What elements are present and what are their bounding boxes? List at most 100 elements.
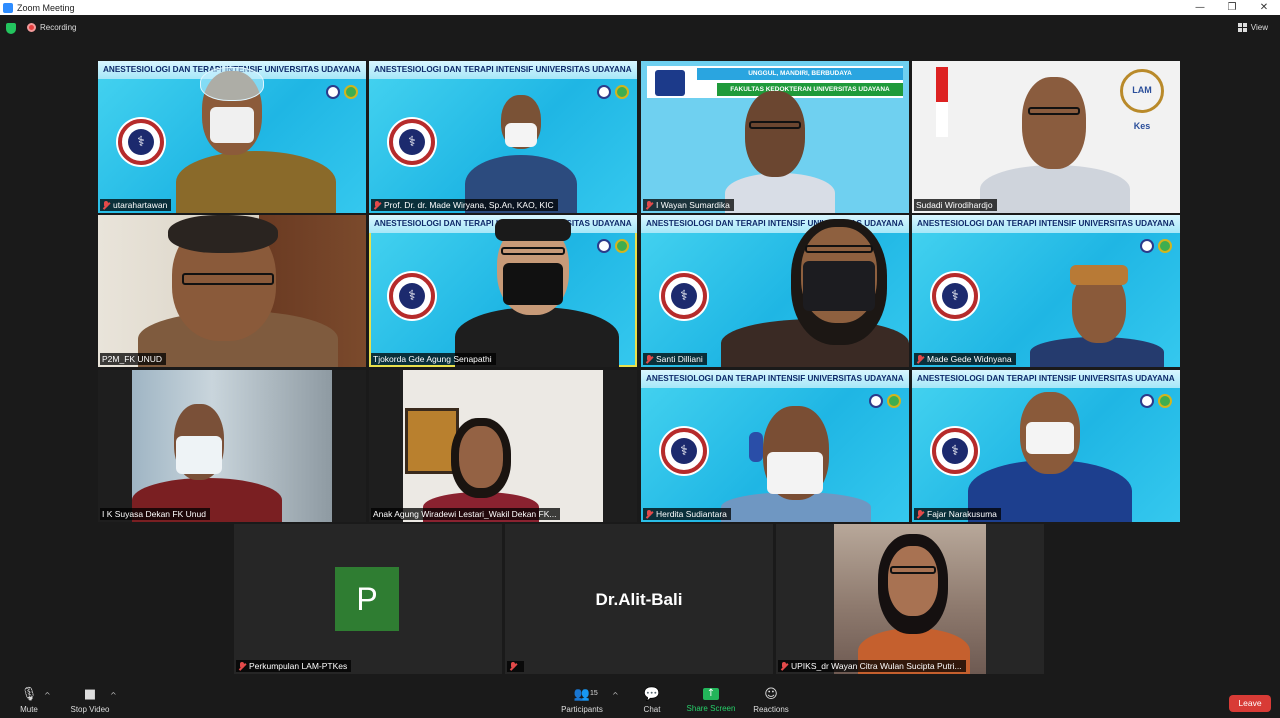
stop-video-button[interactable]: ■ Stop Video (66, 687, 114, 715)
face-mask (210, 107, 254, 143)
video-tile[interactable]: ANESTESIOLOGI DAN TERAPI INTENSIF UNIVER… (641, 215, 909, 367)
recording-dot-icon (27, 23, 36, 32)
participant-nametag: Made Gede Widnyana (914, 353, 1016, 365)
grid-view-icon (1237, 23, 1247, 32)
leave-button[interactable]: Leave (1229, 695, 1271, 712)
participant-nametag: Santi Dilliani (643, 353, 707, 365)
view-label: View (1250, 23, 1268, 32)
chat-icon: 💬 (643, 687, 661, 702)
partner-logos (597, 85, 629, 99)
mic-muted-icon (373, 200, 381, 210)
video-tile[interactable]: LAM Kes Sudadi Wirodihardjo (912, 61, 1180, 213)
udayana-emblem-icon: ⚕ (661, 273, 707, 319)
zoom-app-icon (3, 2, 13, 13)
glasses (1028, 107, 1080, 115)
video-tile[interactable]: ANESTESIOLOGI DAN TERAPI INTENSIF UNIVER… (98, 61, 366, 213)
participant-hair (168, 215, 278, 253)
avatar: P (335, 567, 399, 631)
faculty-logo-icon (655, 70, 685, 96)
glasses (749, 121, 801, 129)
participants-icon: 👥 (573, 687, 591, 702)
participant-body (176, 151, 336, 213)
participant-nametag: I Wayan Sumardika (643, 199, 734, 211)
partner-logos (1140, 239, 1172, 253)
participant-head (888, 546, 938, 616)
slide-banner: ANESTESIOLOGI DAN TERAPI INTENSIF UNIVER… (912, 370, 1180, 388)
partner-logos (597, 239, 629, 253)
partner-logos (1140, 394, 1172, 408)
video-tile[interactable]: ANESTESIOLOGI DAN TERAPI INTENSIF UNIVER… (641, 370, 909, 522)
mic-muted-icon (645, 354, 653, 364)
participant-nametag: Anak Agung Wiradewi Lestari_Wakil Dekan … (371, 508, 561, 520)
security-shield-icon[interactable] (6, 23, 16, 34)
video-tile-no-video[interactable]: Dr.Alit-Bali (505, 524, 773, 674)
share-screen-button[interactable]: ↑ Share Screen (684, 688, 738, 713)
participant-nametag: Perkumpulan LAM-PTKes (236, 660, 352, 672)
reactions-icon: ☺ (764, 687, 778, 702)
participant-nametag: Tjokorda Gde Agung Senapathi (371, 353, 496, 365)
partner-logos (869, 394, 901, 408)
video-tile[interactable]: ANESTESIOLOGI DAN TERAPI INTENSIF UNIVER… (912, 370, 1180, 522)
slide-motto: UNGGUL, MANDIRI, BERBUDAYA (697, 68, 903, 80)
headband (495, 219, 571, 241)
participant-nametag: P2M_FK UNUD (100, 353, 166, 365)
slide-faculty: FAKULTAS KEDOKTERAN UNIVERSITAS UDAYANA (717, 83, 903, 96)
mute-button[interactable]: 🎙 Mute (14, 687, 44, 715)
video-camera-icon: ■ (83, 687, 97, 702)
restore-button[interactable]: ❐ (1216, 2, 1248, 13)
recording-label: Recording (40, 23, 77, 32)
partner-logos (326, 85, 358, 99)
recording-indicator[interactable]: Recording (27, 23, 76, 32)
participants-count: 15 (590, 690, 598, 697)
slide-banner: ANESTESIOLOGI DAN TERAPI INTENSIF UNIVER… (641, 370, 909, 388)
video-tile-active-speaker[interactable]: ANESTESIOLOGI DAN TERAPI INTENSIF UNIVER… (369, 215, 637, 367)
video-tile[interactable]: ANESTESIOLOGI DAN TERAPI INTENSIF UNIVER… (369, 61, 637, 213)
udeng-headwear (1070, 265, 1128, 285)
udayana-emblem-icon: ⚕ (661, 428, 707, 474)
face-shield (200, 67, 264, 101)
participant-nametag: Sudadi Wirodihardjo (914, 199, 997, 211)
video-tile[interactable]: UNGGUL, MANDIRI, BERBUDAYA FAKULTAS KEDO… (641, 61, 909, 213)
minimize-button[interactable]: — (1184, 2, 1216, 13)
microphone-icon: 🎙 (20, 687, 38, 702)
reactions-button[interactable]: ☺ Reactions (750, 687, 792, 715)
video-tile[interactable]: P2M_FK UNUD (98, 215, 366, 367)
mic-muted-icon (916, 354, 924, 364)
mic-muted-icon (916, 509, 924, 519)
close-button[interactable]: ✕ (1248, 2, 1280, 13)
participant-nametag: Prof. Dr. dr. Made Wiryana, Sp.An, KAO, … (371, 199, 558, 211)
window-titlebar: Zoom Meeting — ❐ ✕ (0, 0, 1280, 15)
participant-head (459, 426, 503, 488)
participant-head (745, 91, 805, 177)
participant-nametag: I K Suyasa Dekan FK Unud (100, 508, 210, 520)
meeting-toolbar: 🎙 Mute ^ ■ Stop Video ^ 👥 15 Participant… (0, 684, 1280, 718)
video-tile[interactable]: ANESTESIOLOGI DAN TERAPI INTENSIF UNIVER… (912, 215, 1180, 367)
video-tile[interactable]: UPIKS_dr Wayan Citra Wulan Sucipta Putri… (776, 524, 1044, 674)
flag-icon (936, 67, 948, 137)
glasses (890, 566, 936, 574)
participants-button[interactable]: 👥 15 Participants (558, 687, 606, 715)
video-tile[interactable]: Anak Agung Wiradewi Lestari_Wakil Dekan … (369, 370, 637, 522)
participant-body (980, 165, 1130, 213)
face-mask (803, 261, 875, 311)
chat-button[interactable]: 💬 Chat (637, 687, 667, 715)
meeting-topbar: Recording View (0, 15, 1280, 43)
slide-banner: ANESTESIOLOGI DAN TERAPI INTENSIF UNIVER… (912, 215, 1180, 233)
udayana-emblem-icon: ⚕ (932, 428, 978, 474)
participant-head (1022, 77, 1086, 169)
udayana-emblem-icon: ⚕ (118, 119, 164, 165)
view-button[interactable]: View (1237, 23, 1268, 32)
face-mask (176, 436, 222, 474)
face-mask (767, 452, 823, 494)
participant-nametag: Herdita Sudiantara (643, 508, 731, 520)
glasses (182, 273, 274, 285)
participant-nametag: utarahartawan (100, 199, 172, 211)
lam-kes-logo: LAM Kes (1120, 69, 1164, 131)
face-mask (503, 263, 563, 305)
video-tile-no-video[interactable]: P Perkumpulan LAM-PTKes (234, 524, 502, 674)
mic-muted-icon (102, 200, 110, 210)
video-tile[interactable]: I K Suyasa Dekan FK Unud (98, 370, 366, 522)
slide-banner: ANESTESIOLOGI DAN TERAPI INTENSIF UNIVER… (369, 61, 637, 79)
udayana-emblem-icon: ⚕ (932, 273, 978, 319)
glasses (501, 247, 565, 255)
